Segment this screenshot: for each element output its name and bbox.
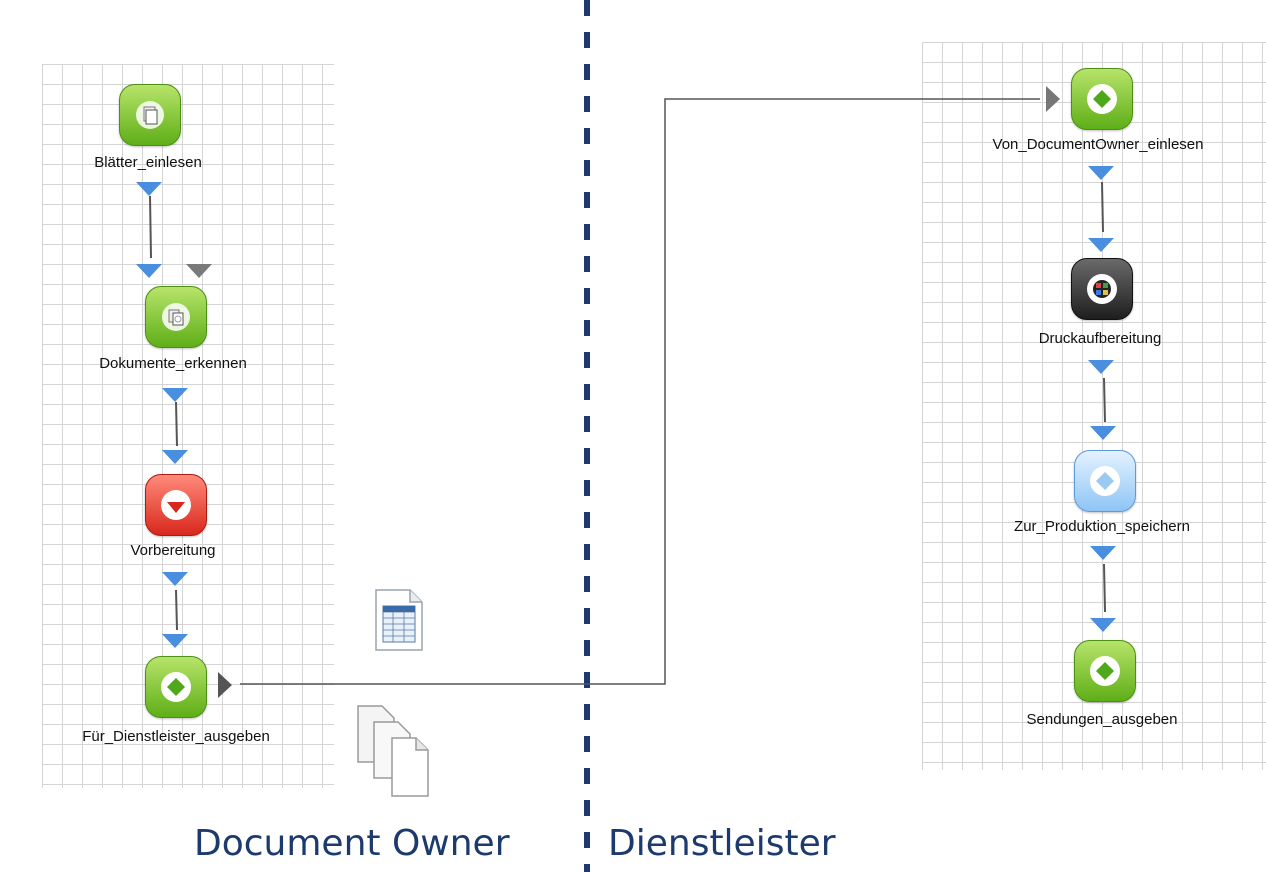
lane-label-dienstleister: Dienstleister — [608, 823, 836, 864]
diamond-icon — [1090, 656, 1120, 686]
port-side-out-4 — [218, 672, 232, 698]
step-label-zur-produktion-speichern: Zur_Produktion_speichern — [1014, 518, 1190, 535]
zur-produktion-speichern-node[interactable] — [1074, 450, 1136, 512]
port-in-2-alt — [186, 264, 212, 278]
port-out-3 — [162, 572, 188, 586]
dokumente-erkennen-node[interactable] — [145, 286, 207, 348]
port-side-in-r1 — [1046, 86, 1060, 112]
diamond-icon — [161, 490, 191, 520]
port-in-2 — [136, 264, 162, 278]
vorbereitung-node[interactable] — [145, 474, 207, 536]
link-r1-r2 — [1101, 181, 1104, 233]
document-stack-icon — [357, 705, 429, 797]
print-prep-icon — [1087, 274, 1117, 304]
blaetter-einlesen-node[interactable] — [119, 84, 181, 146]
link-1-2 — [149, 195, 152, 259]
diamond-icon — [1087, 84, 1117, 114]
druckaufbereitung-node[interactable] — [1071, 258, 1133, 320]
scan-pages-icon — [136, 101, 164, 129]
step-label-fuer-dienstleister-ausgeben: Für_Dienstleister_ausgeben — [82, 728, 270, 745]
link-3-4 — [175, 589, 178, 631]
cross-lane-connector — [240, 98, 1040, 685]
link-r2-r3 — [1103, 377, 1106, 423]
diamond-icon — [1090, 466, 1120, 496]
sendungen-ausgeben-node[interactable] — [1074, 640, 1136, 702]
port-out-r3 — [1090, 546, 1116, 560]
spreadsheet-document-icon — [375, 589, 423, 651]
fuer-dienstleister-ausgeben-node[interactable] — [145, 656, 207, 718]
port-out-1 — [136, 182, 162, 196]
port-in-r3 — [1090, 426, 1116, 440]
step-label-blaetter-einlesen: Blätter_einlesen — [94, 154, 202, 171]
step-label-vorbereitung: Vorbereitung — [130, 542, 216, 559]
step-label-druckaufbereitung: Druckaufbereitung — [1038, 330, 1162, 347]
step-label-dokumente-erkennen: Dokumente_erkennen — [99, 355, 247, 372]
port-in-4 — [162, 634, 188, 648]
link-r3-r4 — [1103, 563, 1106, 613]
link-2-3 — [175, 401, 178, 447]
port-in-r2 — [1088, 238, 1114, 252]
port-in-r4 — [1090, 618, 1116, 632]
workflow-canvas: Blätter_einlesen Dokumente_erkennen Vorb… — [0, 0, 1266, 872]
port-out-2 — [162, 388, 188, 402]
recognize-documents-icon — [162, 303, 190, 331]
step-label-von-documentowner-einlesen: Von_DocumentOwner_einlesen — [992, 136, 1204, 153]
von-documentowner-einlesen-node[interactable] — [1071, 68, 1133, 130]
port-out-r2 — [1088, 360, 1114, 374]
port-in-3 — [162, 450, 188, 464]
port-out-r1 — [1088, 166, 1114, 180]
lane-label-document-owner: Document Owner — [194, 823, 510, 864]
step-label-sendungen-ausgeben: Sendungen_ausgeben — [1026, 711, 1178, 728]
diamond-icon — [161, 672, 191, 702]
